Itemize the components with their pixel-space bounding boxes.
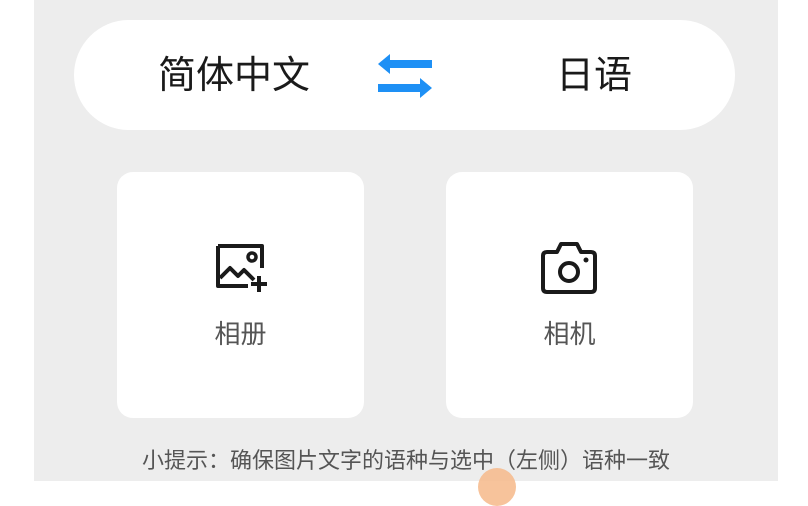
image-add-icon bbox=[216, 244, 267, 292]
camera-button[interactable]: 相机 bbox=[446, 172, 693, 418]
album-button[interactable]: 相册 bbox=[117, 172, 364, 418]
camera-icon bbox=[541, 242, 597, 294]
touch-indicator bbox=[478, 468, 516, 506]
album-label: 相册 bbox=[214, 320, 267, 350]
source-language-button[interactable]: 简体中文 bbox=[134, 20, 334, 130]
tip-text: 小提示：确保图片文字的语种与选中（左侧）语种一致 bbox=[141, 449, 670, 474]
swap-arrows-icon[interactable] bbox=[374, 50, 436, 102]
language-selector-bar: 简体中文 日语 bbox=[74, 20, 735, 130]
camera-label: 相机 bbox=[543, 320, 596, 350]
target-language-button[interactable]: 日语 bbox=[494, 20, 694, 130]
